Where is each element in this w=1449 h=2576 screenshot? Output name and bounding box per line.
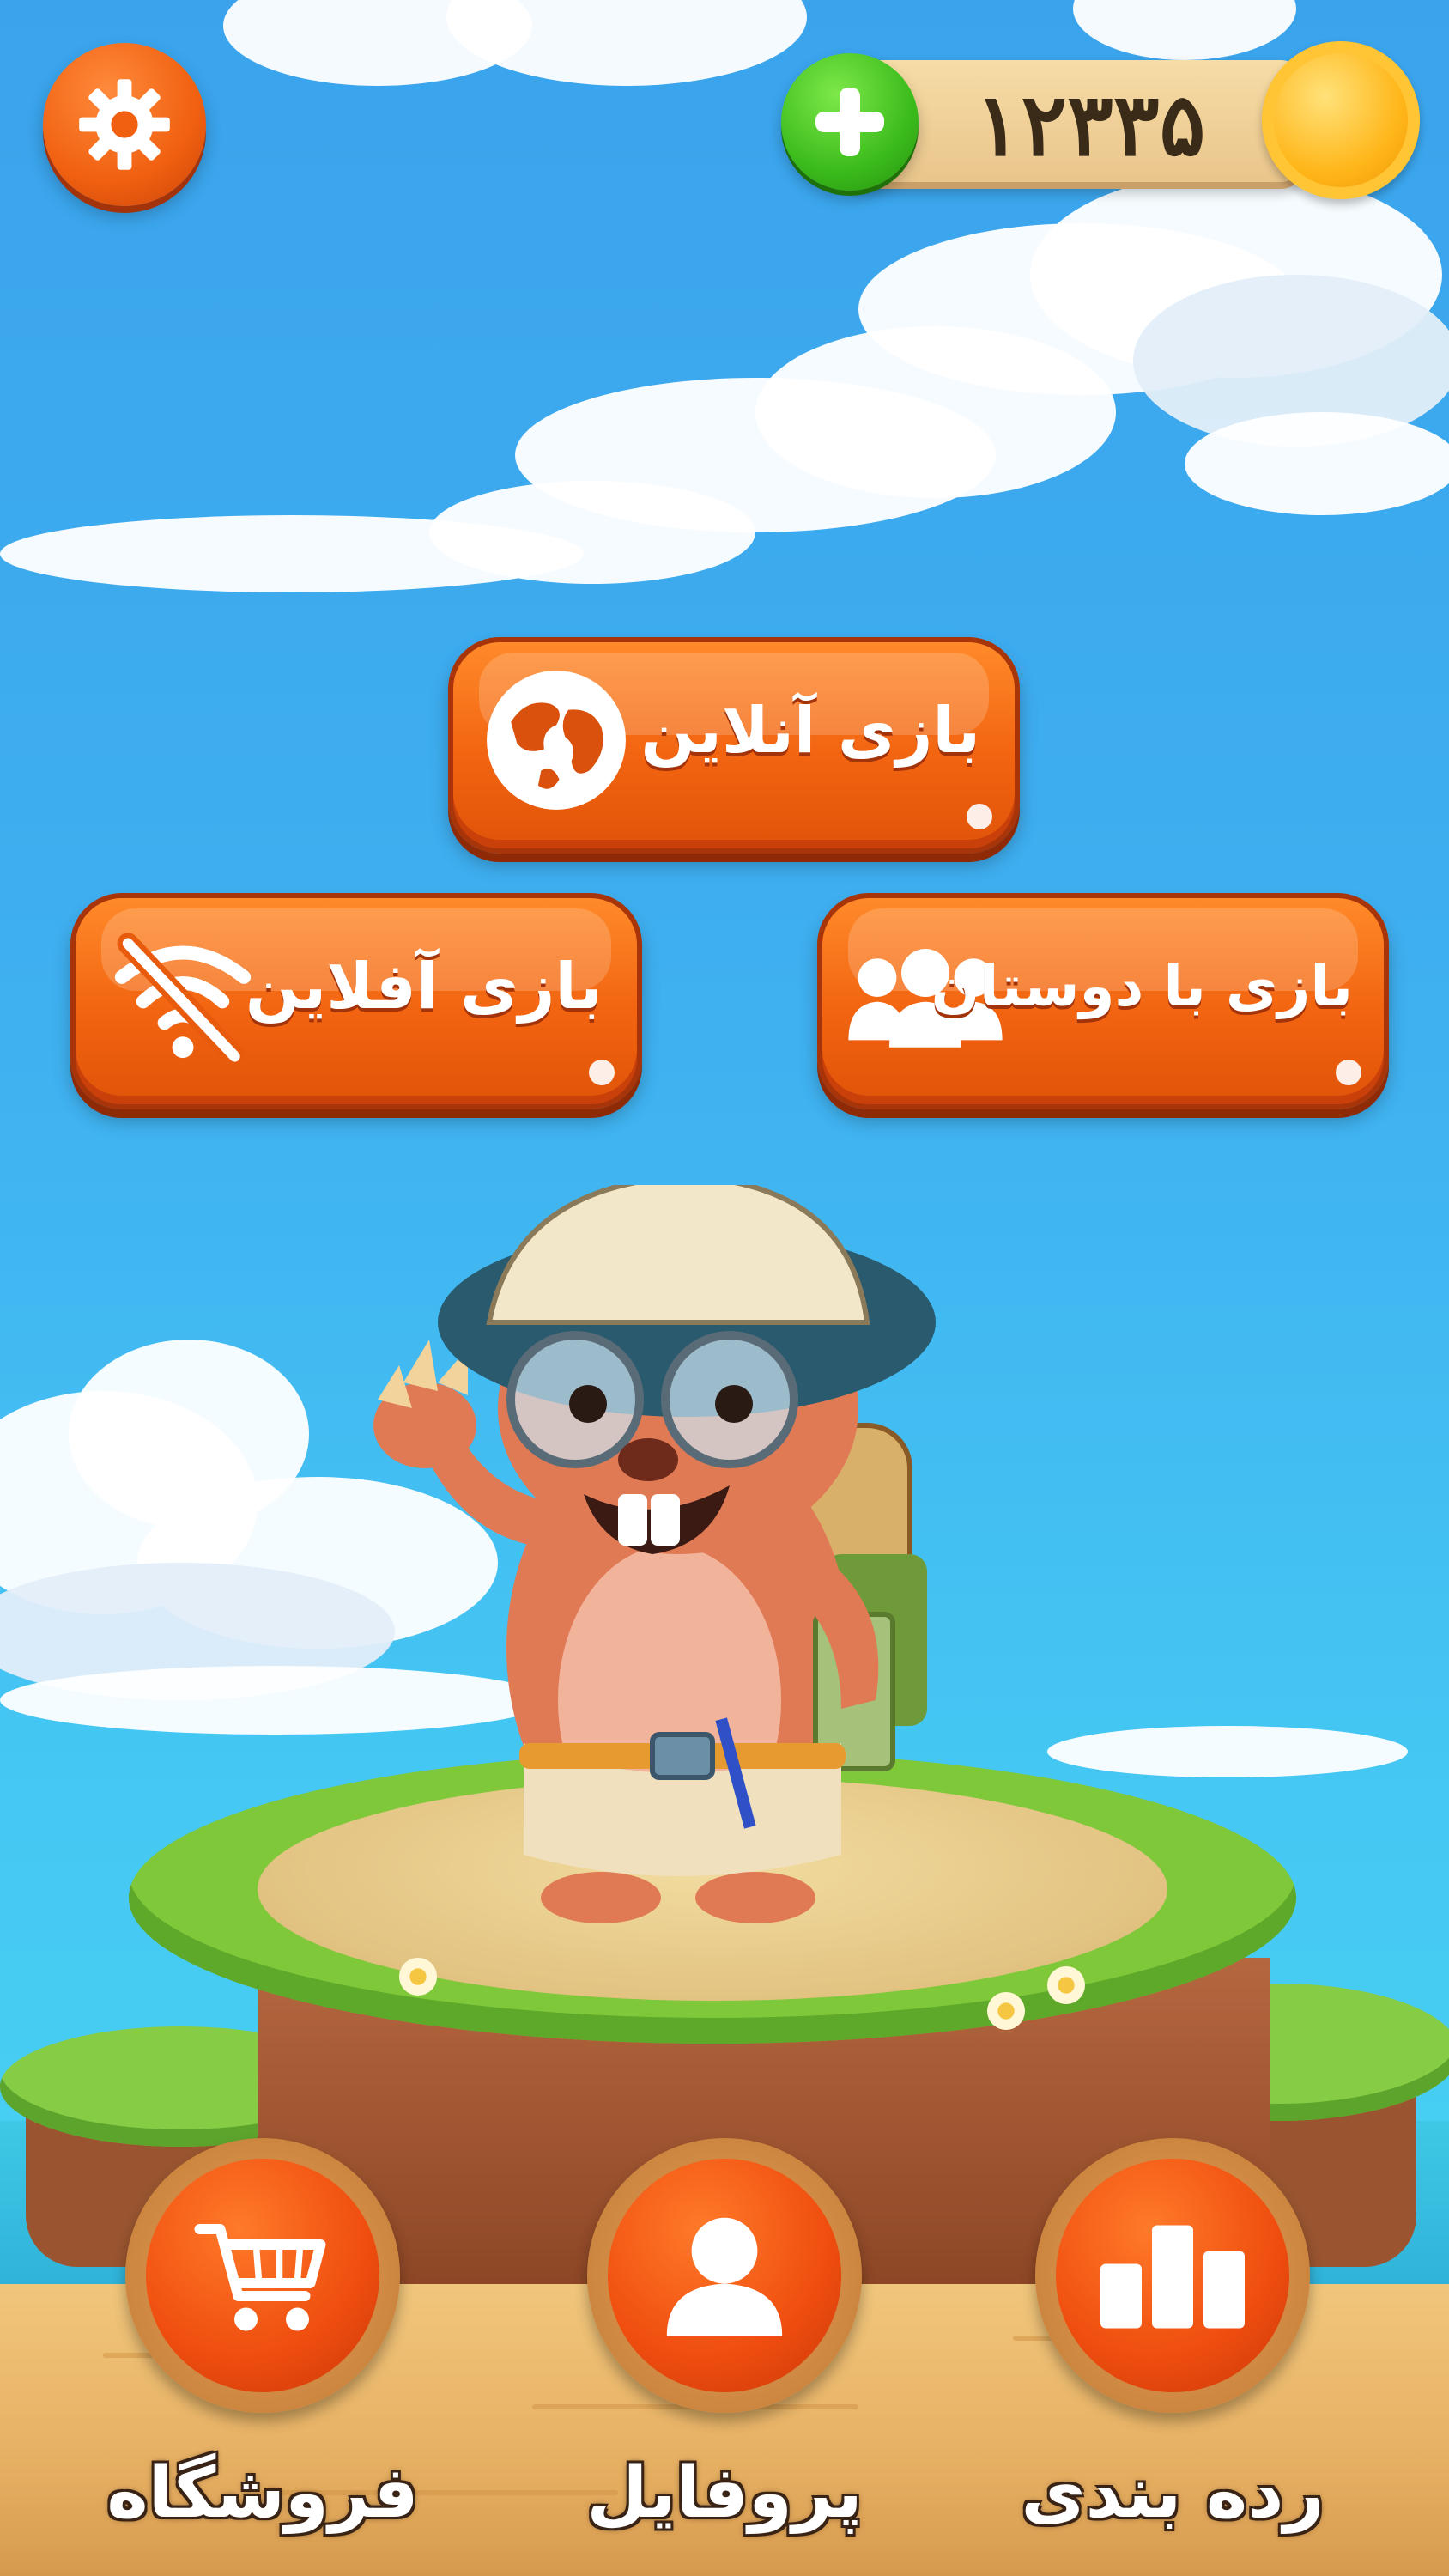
shop-button[interactable] [125, 2138, 400, 2413]
wifi-off-icon [101, 924, 264, 1070]
bar-chart-icon [1100, 2225, 1245, 2329]
leaderboard-label: رده بندی [1021, 2452, 1325, 2534]
profile-label: پروفایل [586, 2452, 863, 2534]
flower [399, 1958, 437, 1996]
profile-button[interactable] [587, 2138, 862, 2413]
shop-label: فروشگاه [106, 2452, 419, 2534]
add-coins-button[interactable] [781, 53, 919, 191]
play-with-friends-button[interactable]: بازی با دوستان [817, 893, 1389, 1109]
flower [1047, 1966, 1085, 2004]
user-icon [666, 2217, 783, 2336]
online-play-button[interactable]: بازی آنلاین [448, 637, 1020, 854]
coin-balance: ۱۲۳۳۵ [974, 74, 1206, 175]
globe-icon [479, 663, 634, 817]
offline-play-button[interactable]: بازی آفلاین [70, 893, 642, 1109]
online-play-label: بازی آنلاین [640, 694, 980, 768]
settings-button[interactable] [43, 43, 206, 206]
cart-icon [194, 2224, 326, 2331]
leaderboard-button[interactable] [1035, 2138, 1310, 2413]
plus-icon [815, 88, 884, 156]
offline-play-label: بازی آفلاین [245, 950, 603, 1024]
coin-icon [1262, 41, 1420, 199]
gear-icon [79, 79, 170, 170]
mole-mascot [373, 1185, 936, 1923]
flower [987, 1992, 1025, 2030]
play-with-friends-label: بازی با دوستان [931, 953, 1353, 1019]
